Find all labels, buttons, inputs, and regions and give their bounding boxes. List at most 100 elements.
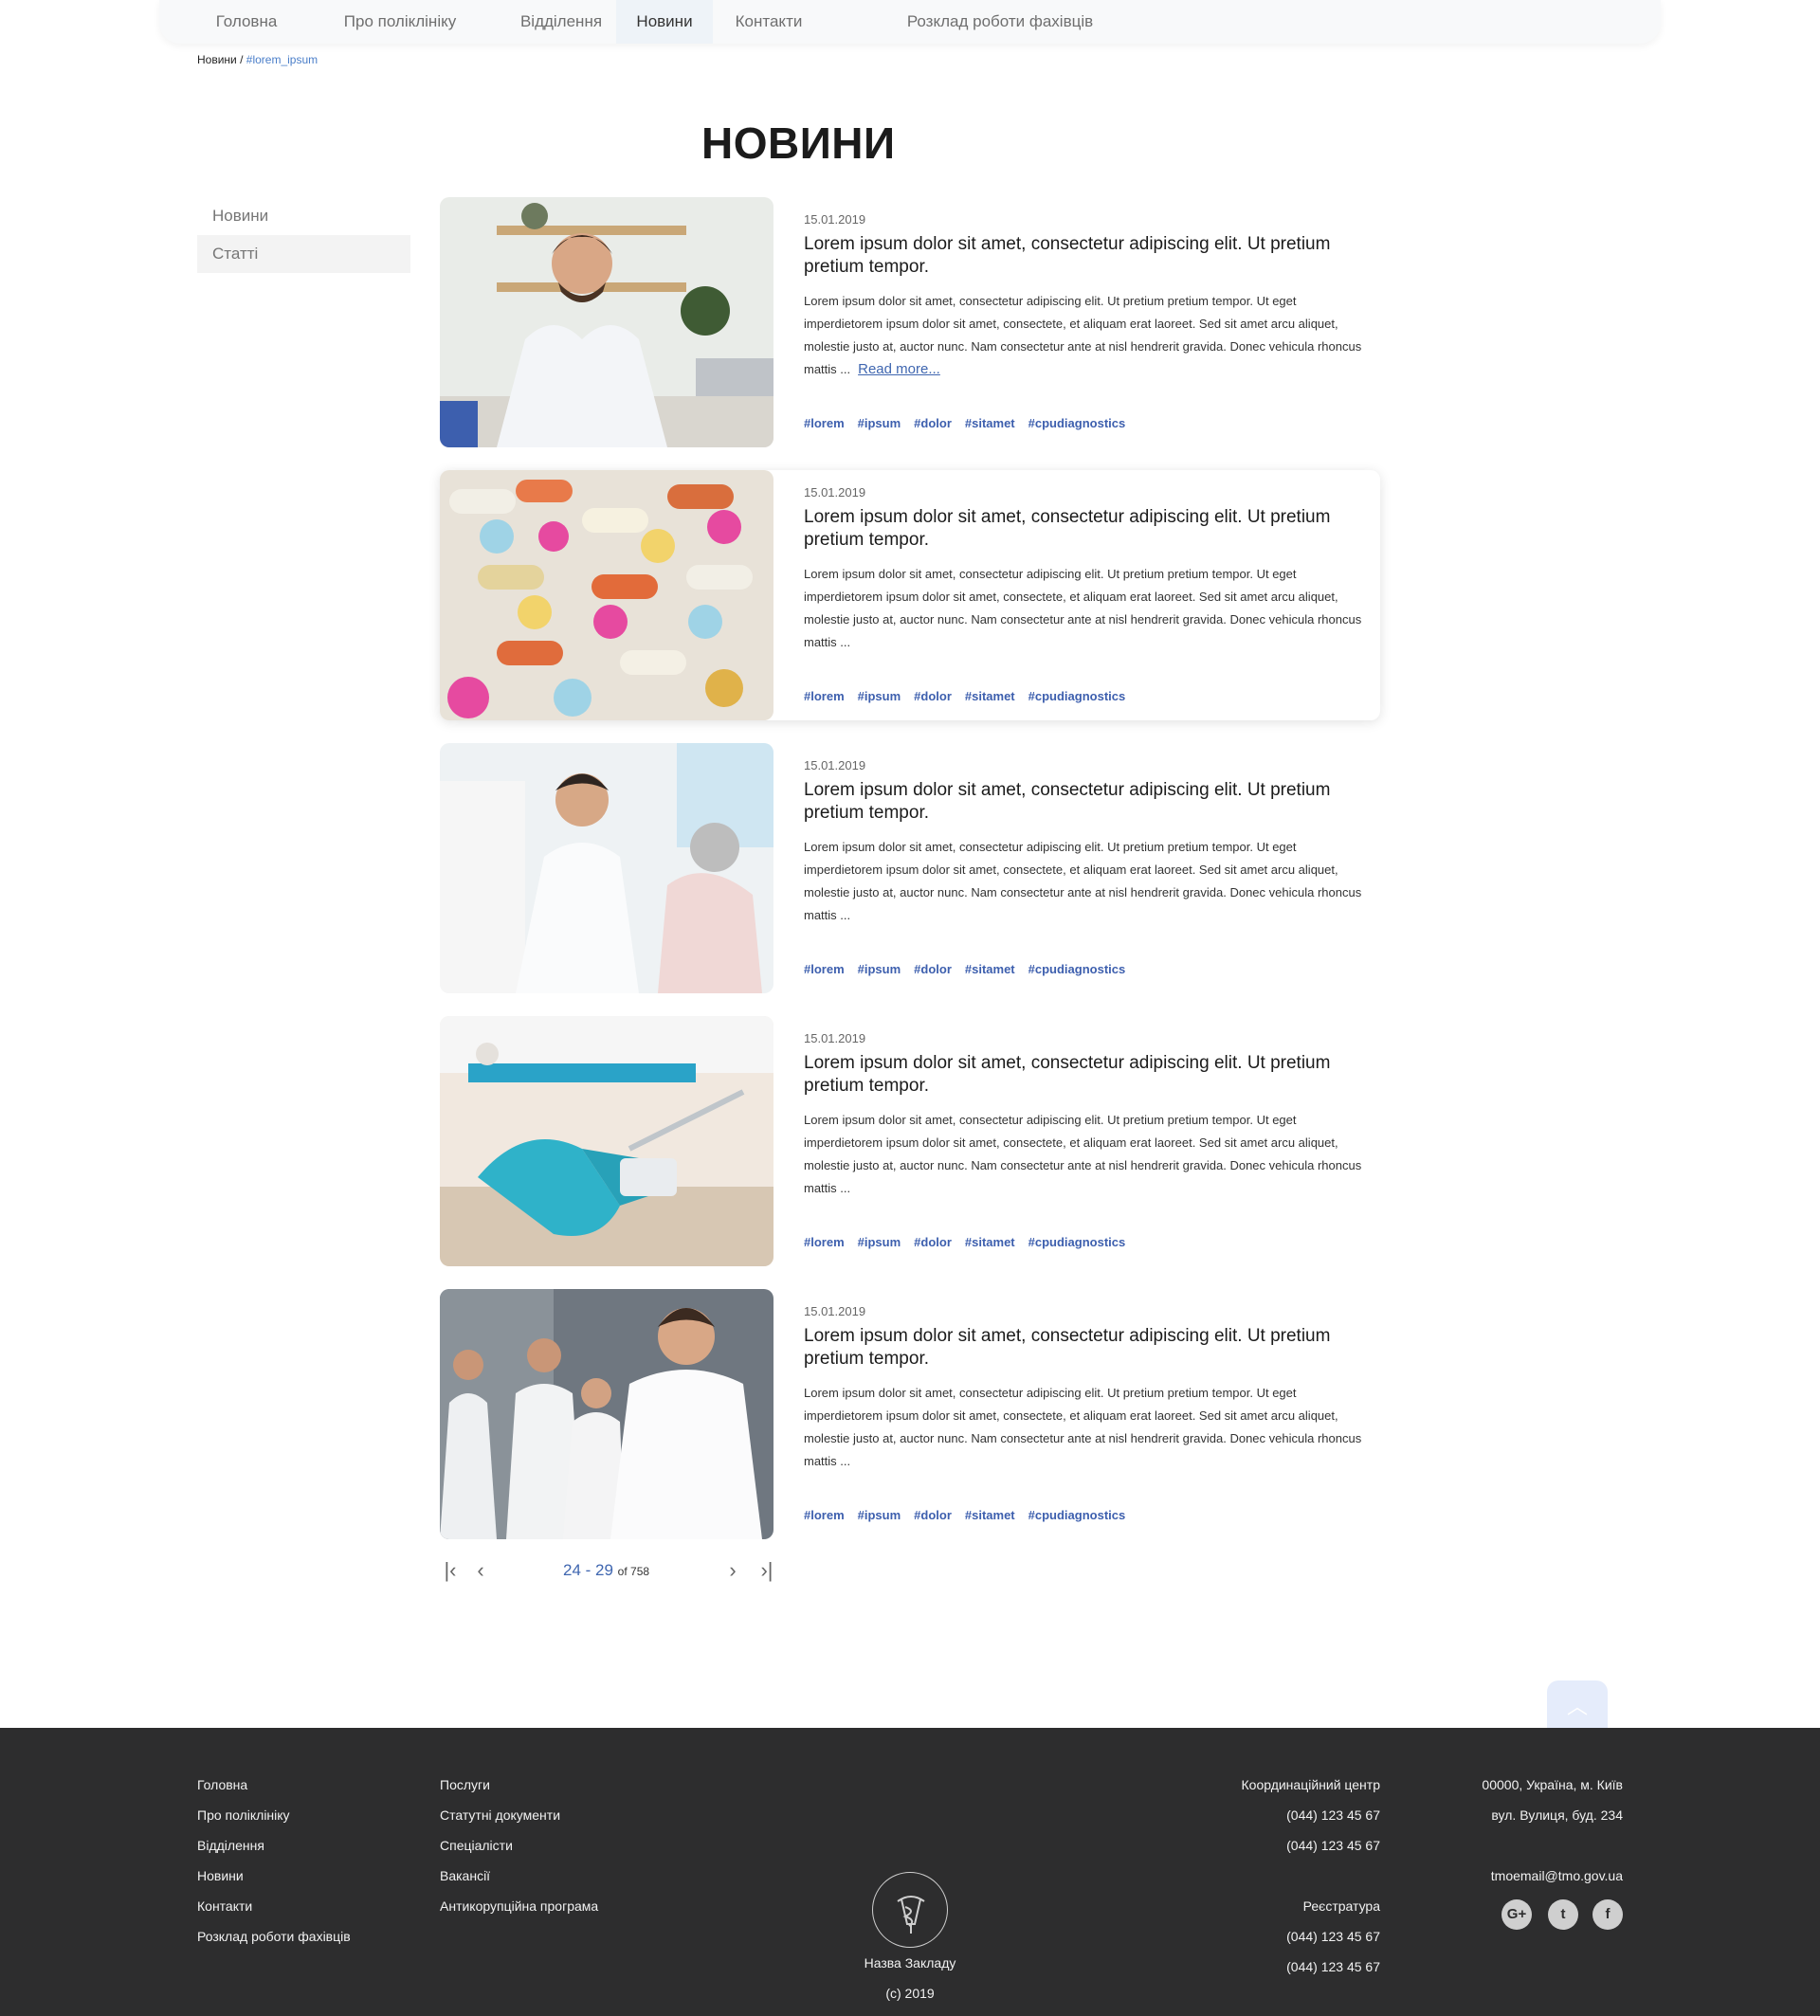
tag-dolor[interactable]: #dolor [914, 962, 952, 976]
tag-sitamet[interactable]: #sitamet [965, 416, 1015, 430]
tag-dolor[interactable]: #dolor [914, 689, 952, 703]
sidebar-item-news[interactable]: Новини [197, 197, 410, 235]
scroll-to-top-button[interactable]: ︿ [1547, 1680, 1608, 1730]
news-date: 15.01.2019 [804, 758, 866, 772]
news-title[interactable]: Lorem ipsum dolor sit amet, consectetur … [804, 233, 1335, 279]
tag-sitamet[interactable]: #sitamet [965, 1235, 1015, 1249]
category-sidebar: Новини Статті [197, 197, 410, 273]
tag-sitamet[interactable]: #sitamet [965, 962, 1015, 976]
news-title[interactable]: Lorem ipsum dolor sit amet, consectetur … [804, 506, 1335, 552]
footer-link[interactable]: Вакансії [440, 1861, 598, 1891]
footer-link[interactable]: Антикорупційна програма [440, 1891, 598, 1921]
footer-menu-main: Головна Про поліклініку Відділення Новин… [197, 1770, 351, 1952]
footer-phones: Координаційний центр (044) 123 45 67 (04… [1191, 1770, 1381, 1982]
tag-ipsum[interactable]: #ipsum [858, 1235, 901, 1249]
twitter-icon[interactable]: t [1548, 1899, 1578, 1930]
tag-lorem[interactable]: #lorem [804, 962, 845, 976]
doctor-with-patient-photo [440, 743, 774, 993]
medical-team-photo [440, 1289, 774, 1539]
tag-lorem[interactable]: #lorem [804, 416, 845, 430]
tag-ipsum[interactable]: #ipsum [858, 1508, 901, 1522]
registry-title: Реєстратура [1302, 1898, 1380, 1914]
first-page-icon[interactable]: |‹ [438, 1554, 463, 1587]
footer-address: 00000, Україна, м. Київ вул. Вулиця, буд… [1433, 1770, 1623, 1891]
tag-dolor[interactable]: #dolor [914, 1235, 952, 1249]
phone-number[interactable]: (044) 123 45 67 [1191, 1800, 1380, 1830]
footer-link[interactable]: Спеціалісти [440, 1830, 598, 1861]
facebook-icon[interactable]: f [1592, 1899, 1623, 1930]
tag-dolor[interactable]: #dolor [914, 416, 952, 430]
nav-item-about[interactable]: Про поліклініку [315, 0, 485, 44]
news-date: 15.01.2019 [804, 1031, 866, 1045]
news-card[interactable]: 15.01.2019 Lorem ipsum dolor sit amet, c… [440, 743, 1380, 993]
next-page-icon[interactable]: › [720, 1554, 745, 1587]
news-card[interactable]: 15.01.2019 Lorem ipsum dolor sit amet, c… [440, 1289, 1380, 1539]
footer-link[interactable]: Відділення [197, 1830, 351, 1861]
last-page-icon[interactable]: ›| [755, 1554, 779, 1587]
tag-lorem[interactable]: #lorem [804, 689, 845, 703]
news-card[interactable]: 15.01.2019 Lorem ipsum dolor sit amet, c… [440, 197, 1380, 447]
nav-item-schedule[interactable]: Розклад роботи фахівців [882, 0, 1119, 44]
news-excerpt: Lorem ipsum dolor sit amet, consectetur … [804, 294, 1362, 377]
news-title[interactable]: Lorem ipsum dolor sit amet, consectetur … [804, 1052, 1335, 1098]
tag-cpudiagnostics[interactable]: #cpudiagnostics [1028, 689, 1126, 703]
pills-photo [440, 470, 774, 720]
news-tags: #lorem #ipsum #dolor #sitamet #cpudiagnostic… [804, 962, 1138, 976]
tag-dolor[interactable]: #dolor [914, 1508, 952, 1522]
news-card[interactable]: 15.01.2019 Lorem ipsum dolor sit amet, c… [440, 1016, 1380, 1266]
sidebar-item-articles[interactable]: Статті [197, 235, 410, 273]
read-more-link[interactable]: Read more... [858, 361, 940, 377]
footer: Головна Про поліклініку Відділення Новин… [0, 1728, 1820, 2016]
news-date: 15.01.2019 [804, 212, 866, 227]
footer-link[interactable]: Статутні документи [440, 1800, 598, 1830]
tag-sitamet[interactable]: #sitamet [965, 1508, 1015, 1522]
news-tags: #lorem #ipsum #dolor #sitamet #cpudiagnostic… [804, 1508, 1138, 1522]
tag-lorem[interactable]: #lorem [804, 1235, 845, 1249]
news-card[interactable]: 15.01.2019 Lorem ipsum dolor sit amet, c… [440, 470, 1380, 720]
email-link[interactable]: tmoemail@tmo.gov.ua [1433, 1861, 1623, 1891]
doctor-at-desk-photo [440, 197, 774, 447]
nav-item-news[interactable]: Новини [616, 0, 713, 44]
footer-link[interactable]: Новини [197, 1861, 351, 1891]
phone-number[interactable]: (044) 123 45 67 [1191, 1830, 1380, 1861]
tag-cpudiagnostics[interactable]: #cpudiagnostics [1028, 1508, 1126, 1522]
caduceus-logo-icon [872, 1872, 948, 1948]
tag-ipsum[interactable]: #ipsum [858, 689, 901, 703]
news-title[interactable]: Lorem ipsum dolor sit amet, consectetur … [804, 1325, 1335, 1371]
breadcrumb-tag[interactable]: #lorem_ipsum [246, 53, 318, 66]
news-date: 15.01.2019 [804, 485, 866, 499]
copyright: (c) 2019 [885, 1986, 935, 2001]
news-excerpt: Lorem ipsum dolor sit amet, consectetur … [804, 1113, 1362, 1195]
nav-item-contacts[interactable]: Контакти [707, 0, 830, 44]
prev-page-icon[interactable]: ‹ [468, 1554, 493, 1587]
footer-link[interactable]: Про поліклініку [197, 1800, 351, 1830]
footer-menu-secondary: Послуги Статутні документи Спеціалісти В… [440, 1770, 598, 1921]
news-tags: #lorem #ipsum #dolor #sitamet #cpudiagnostic… [804, 416, 1138, 430]
news-excerpt: Lorem ipsum dolor sit amet, consectetur … [804, 1386, 1362, 1468]
tag-ipsum[interactable]: #ipsum [858, 416, 901, 430]
footer-link[interactable]: Розклад роботи фахівців [197, 1921, 351, 1952]
page-range: 24 - 29 of 758 [563, 1561, 650, 1579]
org-name: Назва Закладу [864, 1955, 956, 1971]
nav-item-departments[interactable]: Відділення [487, 0, 635, 44]
news-tags: #lorem #ipsum #dolor #sitamet #cpudiagnostic… [804, 1235, 1138, 1249]
tag-lorem[interactable]: #lorem [804, 1508, 845, 1522]
tag-cpudiagnostics[interactable]: #cpudiagnostics [1028, 416, 1126, 430]
tag-cpudiagnostics[interactable]: #cpudiagnostics [1028, 962, 1126, 976]
phone-number[interactable]: (044) 123 45 67 [1191, 1921, 1380, 1952]
footer-link[interactable]: Головна [197, 1770, 351, 1800]
tag-sitamet[interactable]: #sitamet [965, 689, 1015, 703]
news-tags: #lorem #ipsum #dolor #sitamet #cpudiagnostic… [804, 689, 1138, 703]
news-title[interactable]: Lorem ipsum dolor sit amet, consectetur … [804, 779, 1335, 825]
tag-ipsum[interactable]: #ipsum [858, 962, 901, 976]
google-plus-icon[interactable]: G+ [1502, 1899, 1532, 1930]
tag-cpudiagnostics[interactable]: #cpudiagnostics [1028, 1235, 1126, 1249]
chevron-up-icon: ︿ [1566, 1695, 1588, 1718]
footer-link[interactable]: Послуги [440, 1770, 598, 1800]
dental-chair-photo [440, 1016, 774, 1266]
footer-link[interactable]: Контакти [197, 1891, 351, 1921]
pagination: |‹ ‹ 24 - 29 of 758 › ›| [438, 1554, 779, 1587]
nav-item-home[interactable]: Головна [190, 0, 303, 44]
breadcrumb: Новини / #lorem_ipsum [197, 53, 318, 66]
breadcrumb-root[interactable]: Новини / [197, 53, 243, 66]
